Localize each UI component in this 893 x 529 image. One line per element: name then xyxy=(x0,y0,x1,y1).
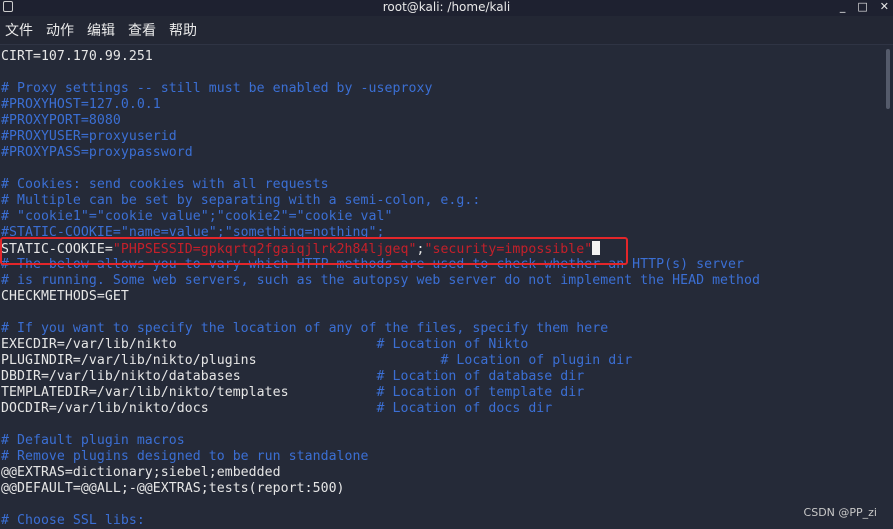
comment-text: # Choose SSL libs: xyxy=(1,513,145,528)
watermark: CSDN @PP_zi xyxy=(803,506,877,519)
config-text: DOCDIR=/var/lib/nikto/docs xyxy=(1,401,377,416)
comment-text: # Location of database dir xyxy=(376,369,585,384)
window-title: root@kali: /home/kali xyxy=(382,0,511,14)
menu-view[interactable]: 查看 xyxy=(128,20,156,40)
terminal-line: @@EXTRAS=dictionary;siebel;embedded xyxy=(1,465,760,481)
comment-text: # Location of plugin dir xyxy=(440,353,633,368)
terminal-line: # Choose SSL libs: xyxy=(1,513,760,529)
comment-text: #PROXYUSER=proxyuserid xyxy=(1,129,177,144)
terminal-line: # "cookie1"="cookie value";"cookie2"="co… xyxy=(1,209,760,225)
minimize-button[interactable]: _ xyxy=(840,0,846,14)
highlight-box xyxy=(0,237,628,265)
config-text: TEMPLATEDIR=/var/lib/nikto/templates xyxy=(1,385,377,400)
terminal-line: DBDIR=/var/lib/nikto/databases # Locatio… xyxy=(1,369,760,385)
terminal-line: PLUGINDIR=/var/lib/nikto/plugins # Locat… xyxy=(1,353,760,369)
terminal-line: # Cookies: send cookies with all request… xyxy=(1,177,760,193)
terminal-line: TEMPLATEDIR=/var/lib/nikto/templates # L… xyxy=(1,385,760,401)
comment-text: # Location of template dir xyxy=(376,385,585,400)
config-text: EXECDIR=/var/lib/nikto xyxy=(1,337,377,352)
comment-text: # Multiple can be set by separating with… xyxy=(1,193,481,208)
comment-text: #PROXYPASS=proxypassword xyxy=(1,145,193,160)
menu-edit[interactable]: 编辑 xyxy=(87,20,115,40)
maximize-button[interactable]: □ xyxy=(857,0,867,14)
terminal-line: # If you want to specify the location of… xyxy=(1,321,760,337)
title-bar: root@kali: /home/kali _ □ ✕ xyxy=(0,0,893,16)
terminal-line: #PROXYPASS=proxypassword xyxy=(1,145,760,161)
config-text: CHECKMETHODS=GET xyxy=(1,289,129,304)
terminal-line: #PROXYPORT=8080 xyxy=(1,113,760,129)
menu-file[interactable]: 文件 xyxy=(5,20,33,40)
comment-text: # Location of Nikto xyxy=(376,337,529,352)
comment-text: # Cookies: send cookies with all request… xyxy=(1,177,329,192)
terminal-line: # Default plugin macros xyxy=(1,433,760,449)
comment-text: # is running. Some web servers, such as … xyxy=(1,273,761,288)
comment-text: # Remove plugins designed to be run stan… xyxy=(1,449,369,464)
comment-text: #PROXYHOST=127.0.0.1 xyxy=(1,97,161,112)
comment-text: # If you want to specify the location of… xyxy=(1,321,609,336)
terminal-line: #PROXYHOST=127.0.0.1 xyxy=(1,97,760,113)
menu-action[interactable]: 动作 xyxy=(46,20,74,40)
menu-help[interactable]: 帮助 xyxy=(169,20,197,40)
terminal-line: # Multiple can be set by separating with… xyxy=(1,193,760,209)
comment-text: # Location of docs dir xyxy=(376,401,553,416)
terminal-line: CIRT=107.170.99.251 xyxy=(1,49,760,65)
scrollbar[interactable] xyxy=(886,49,890,109)
config-text: CIRT=107.170.99.251 xyxy=(1,49,153,64)
comment-text: # Default plugin macros xyxy=(1,433,185,448)
comment-text: # "cookie1"="cookie value";"cookie2"="co… xyxy=(1,209,393,224)
terminal-line: @@DEFAULT=@@ALL;-@@EXTRAS;tests(report:5… xyxy=(1,481,760,497)
terminal-line: #PROXYUSER=proxyuserid xyxy=(1,129,760,145)
terminal-line: DOCDIR=/var/lib/nikto/docs # Location of… xyxy=(1,401,760,417)
menu-bar: 文件 动作 编辑 查看 帮助 xyxy=(0,16,893,45)
config-text: @@DEFAULT=@@ALL;-@@EXTRAS;tests(report:5… xyxy=(1,481,345,496)
config-text: DBDIR=/var/lib/nikto/databases xyxy=(1,369,377,384)
config-text: PLUGINDIR=/var/lib/nikto/plugins xyxy=(1,353,441,368)
terminal-line: # Remove plugins designed to be run stan… xyxy=(1,449,760,465)
comment-text: #PROXYPORT=8080 xyxy=(1,113,121,128)
comment-text: # Proxy settings -- still must be enable… xyxy=(1,81,433,96)
config-text: @@EXTRAS=dictionary;siebel;embedded xyxy=(1,465,281,480)
terminal-line: EXECDIR=/var/lib/nikto # Location of Nik… xyxy=(1,337,760,353)
terminal-line: # Proxy settings -- still must be enable… xyxy=(1,81,760,97)
terminal-line: CHECKMETHODS=GET xyxy=(1,289,760,305)
terminal-content[interactable]: CIRT=107.170.99.251 # Proxy settings -- s… xyxy=(1,49,760,529)
terminal-line: # is running. Some web servers, such as … xyxy=(1,273,760,289)
close-button[interactable]: ✕ xyxy=(880,0,889,14)
